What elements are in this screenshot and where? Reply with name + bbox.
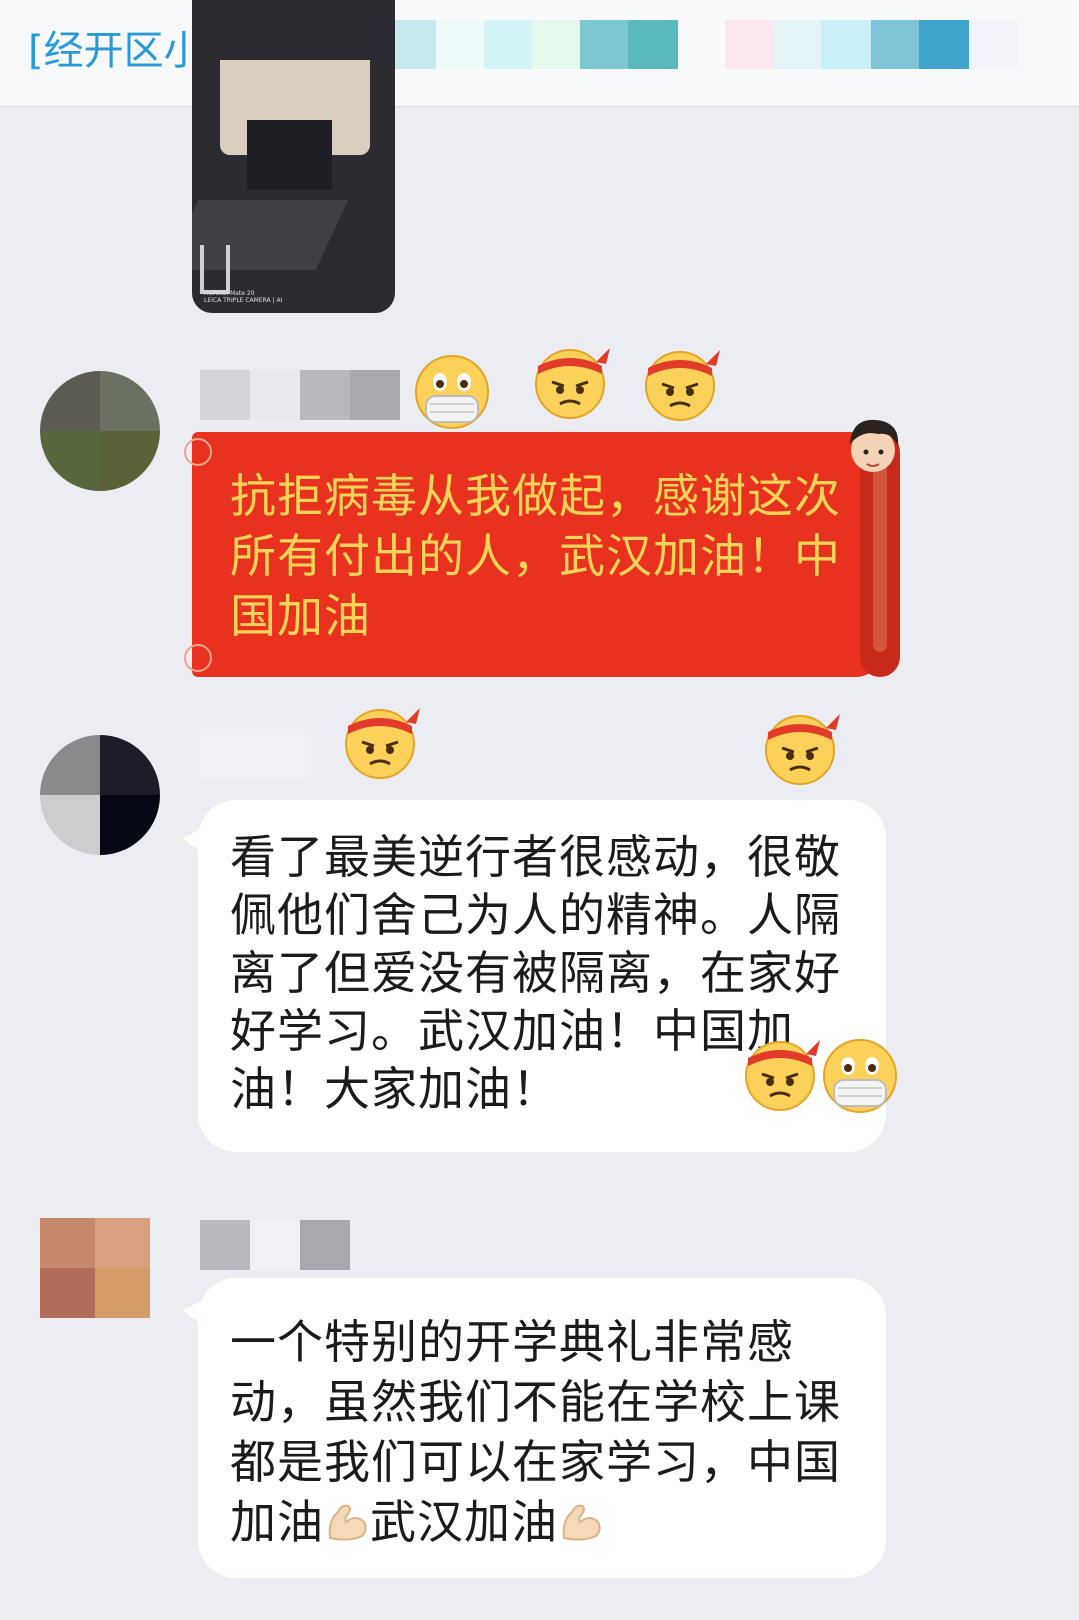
message-text: 一个特别的开学典礼非常感动，虽然我们不能在学校上课都是我们可以在家学习，中国加油… <box>230 1315 841 1549</box>
sender-name-blurred <box>200 370 400 420</box>
sender-name-blurred <box>200 1220 350 1270</box>
mask-face-emoji-icon <box>823 1039 897 1113</box>
headband-angry-emoji-icon <box>765 714 840 785</box>
message-bubble[interactable]: 一个特别的开学典礼非常感动，虽然我们不能在学校上课都是我们可以在家学习，中国加油… <box>198 1278 886 1578</box>
message-text: 抗拒病毒从我做起，感谢这次所有付出的人，武汉加油！中国加油 <box>230 469 841 643</box>
headband-angry-emoji-icon <box>535 348 610 419</box>
cartoon-face-sticker-icon <box>850 419 899 472</box>
flexed-biceps-emoji-icon <box>328 1504 367 1541</box>
avatar[interactable] <box>40 1218 150 1318</box>
headband-angry-emoji-icon <box>345 708 420 779</box>
chat-header: [经开区小学2 <box>0 0 1079 107</box>
red-sticker-message[interactable]: 抗拒病毒从我做起，感谢这次所有付出的人，武汉加油！中国加油 <box>184 432 900 677</box>
avatar[interactable] <box>40 371 160 491</box>
headband-angry-emoji-icon <box>745 1040 820 1111</box>
flexed-biceps-emoji-icon <box>562 1504 601 1541</box>
camera-watermark: HUAWEI Mate 20 LEICA TRIPLE CAMERA | AI <box>204 290 283 304</box>
avatar[interactable] <box>40 735 160 855</box>
sender-name-blurred <box>200 730 310 780</box>
headband-angry-emoji-icon <box>645 350 720 421</box>
mask-face-emoji-icon <box>415 355 489 429</box>
photo-message[interactable]: HUAWEI Mate 20 LEICA TRIPLE CAMERA | AI <box>192 0 395 313</box>
